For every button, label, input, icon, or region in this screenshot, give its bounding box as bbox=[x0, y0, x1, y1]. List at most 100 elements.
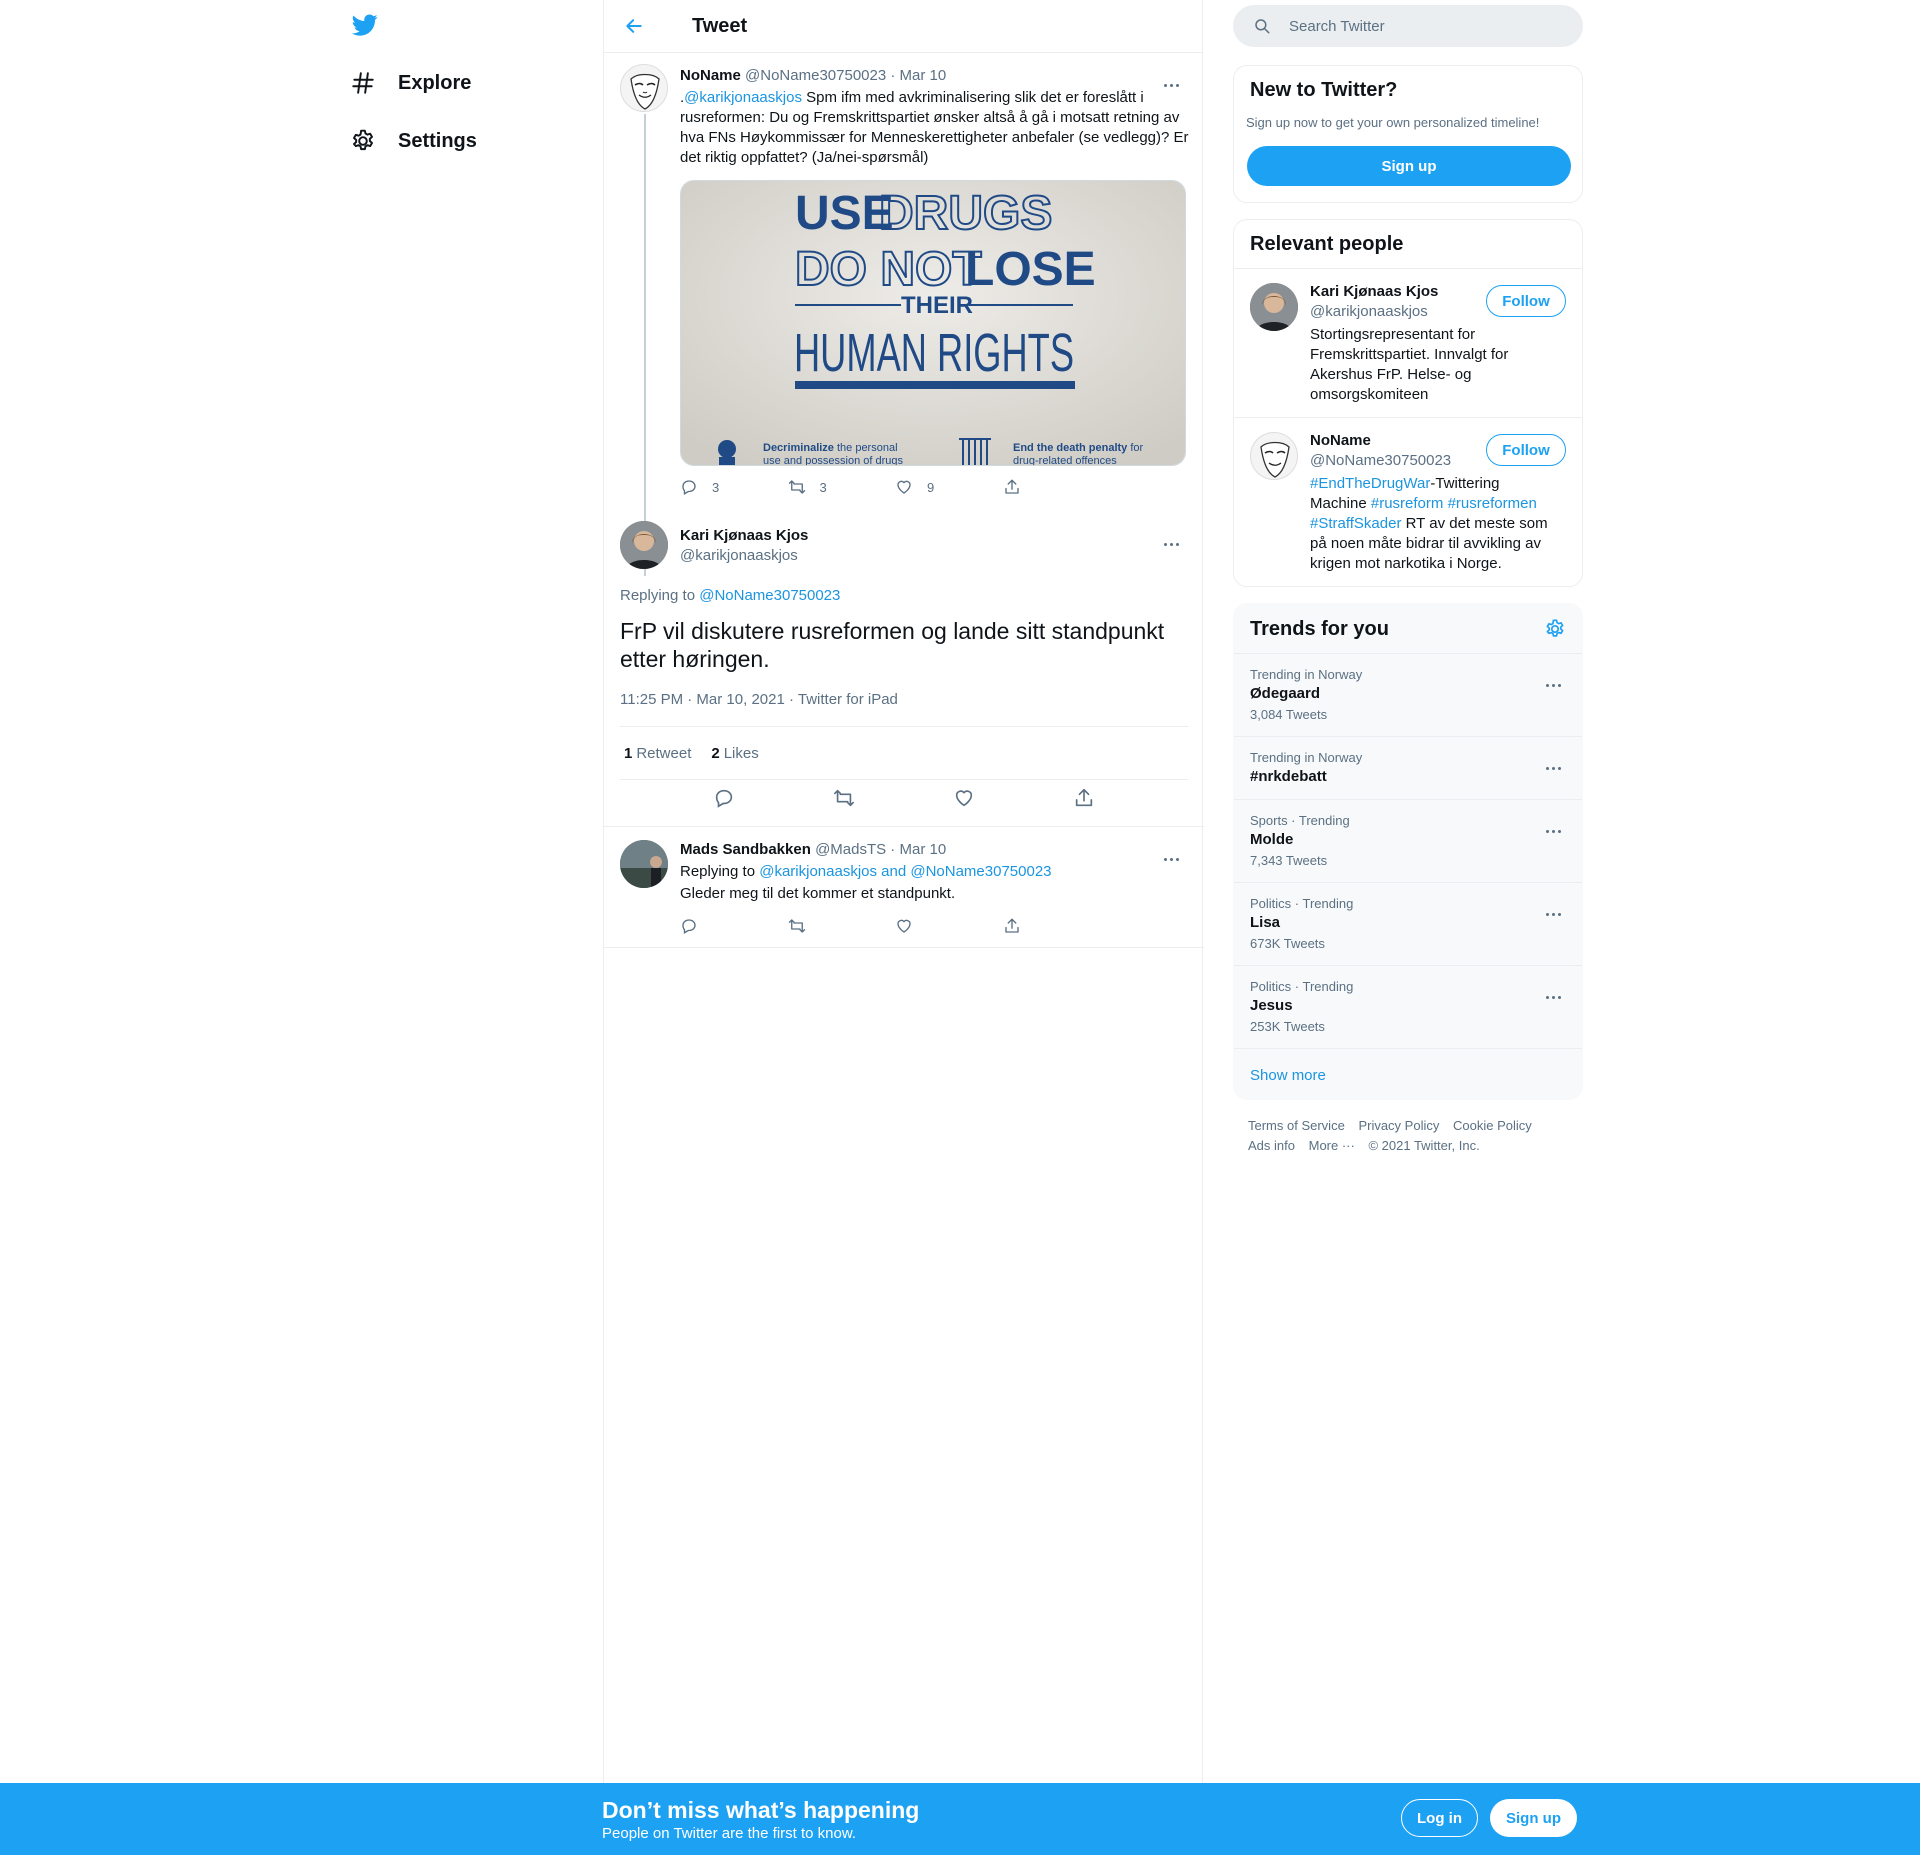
svg-text:End the death penalty for: End the death penalty for bbox=[1013, 442, 1144, 454]
hashtag-link[interactable]: #rusreform bbox=[1371, 495, 1444, 512]
tweet-column: Tweet NoName @NoName30750023 · Mar 10 .@… bbox=[603, 0, 1204, 1790]
terms-link[interactable]: Terms of Service bbox=[1248, 1118, 1345, 1133]
signup-button[interactable]: Sign up bbox=[1490, 1799, 1577, 1837]
author-name[interactable]: Kari Kjønaas Kjos bbox=[680, 527, 808, 544]
like-icon[interactable] bbox=[953, 787, 975, 809]
replying-to: Replying to @karikjonaaskjos and @NoName… bbox=[680, 862, 1190, 882]
trend-count: 253K Tweets bbox=[1250, 1019, 1325, 1034]
poster-do-not: DO NOT bbox=[795, 243, 982, 296]
gear-icon[interactable] bbox=[1544, 618, 1566, 640]
more-icon[interactable] bbox=[1164, 533, 1186, 546]
privacy-link[interactable]: Privacy Policy bbox=[1358, 1118, 1439, 1133]
author-handle[interactable]: @MadsTS bbox=[815, 841, 886, 858]
more-icon[interactable] bbox=[1546, 757, 1568, 770]
like-icon bbox=[897, 480, 911, 494]
author-handle[interactable]: @NoName30750023 bbox=[745, 67, 886, 84]
more-icon[interactable] bbox=[1546, 820, 1568, 833]
show-more-row[interactable]: Show more bbox=[1234, 1048, 1582, 1099]
card-title: Trends for you bbox=[1250, 618, 1389, 640]
reply-button[interactable] bbox=[680, 917, 788, 935]
share-button[interactable] bbox=[1003, 917, 1111, 935]
person-item[interactable]: NoName @NoName30750023 Follow #EndTheDru… bbox=[1234, 417, 1582, 586]
page-title: Tweet bbox=[692, 14, 748, 37]
author-handle[interactable]: @karikjonaaskjos bbox=[680, 547, 798, 564]
more-icon[interactable] bbox=[1164, 74, 1186, 87]
trend-count: 7,343 Tweets bbox=[1250, 853, 1328, 868]
follow-button[interactable]: Follow bbox=[1486, 434, 1566, 466]
avatar[interactable] bbox=[620, 64, 668, 112]
more-icon[interactable] bbox=[1546, 986, 1568, 999]
share-icon[interactable] bbox=[1073, 787, 1095, 809]
more-link[interactable]: More ··· bbox=[1309, 1138, 1355, 1153]
trend-item[interactable]: Politics · Trending Jesus 253K Tweets bbox=[1234, 965, 1582, 1048]
avatar[interactable] bbox=[620, 840, 668, 888]
mention-link[interactable]: @karikjonaaskjos bbox=[684, 89, 802, 106]
trend-name: #nrkdebatt bbox=[1250, 768, 1327, 785]
reply-tweet[interactable]: Mads Sandbakken @MadsTS · Mar 10 Replyin… bbox=[604, 828, 1204, 948]
search-bar[interactable] bbox=[1233, 5, 1583, 47]
person-avatar-icon bbox=[620, 840, 668, 888]
poster-lose: LOSE bbox=[965, 243, 1096, 296]
person-name[interactable]: Kari Kjønaas Kjos bbox=[1310, 283, 1438, 300]
tweet-meta[interactable]: 11:25 PM · Mar 10, 2021 · Twitter for iP… bbox=[620, 691, 898, 708]
person-avatar-icon bbox=[1250, 283, 1298, 331]
retweet-stat[interactable]: 1 Retweet bbox=[624, 745, 691, 762]
trend-context: Politics · Trending bbox=[1250, 896, 1354, 911]
person-name[interactable]: NoName bbox=[1310, 432, 1371, 449]
follow-button[interactable]: Follow bbox=[1486, 285, 1566, 317]
more-icon[interactable] bbox=[1164, 848, 1186, 861]
poster-their: THEIR bbox=[901, 292, 973, 319]
trend-item[interactable]: Trending in Norway Ødegaard 3,084 Tweets bbox=[1234, 653, 1582, 736]
search-input[interactable] bbox=[1289, 17, 1549, 35]
person-handle[interactable]: @NoName30750023 bbox=[1310, 452, 1451, 469]
parent-tweet[interactable]: NoName @NoName30750023 · Mar 10 .@karikj… bbox=[604, 54, 1204, 576]
reply-button[interactable]: 3 bbox=[680, 478, 788, 496]
like-button[interactable]: 9 bbox=[895, 478, 1003, 496]
hashtag-link[interactable]: #rusreformen bbox=[1448, 495, 1537, 512]
login-button[interactable]: Log in bbox=[1401, 1799, 1478, 1837]
nav-explore[interactable]: Explore bbox=[350, 63, 471, 103]
share-button[interactable] bbox=[1003, 478, 1111, 496]
avatar[interactable] bbox=[1250, 283, 1298, 331]
trend-item[interactable]: Sports · Trending Molde 7,343 Tweets bbox=[1234, 799, 1582, 882]
replying-to-link[interactable]: @karikjonaaskjos and @NoName30750023 bbox=[759, 863, 1051, 880]
person-item[interactable]: Kari Kjønaas Kjos @karikjonaaskjos Follo… bbox=[1234, 268, 1582, 417]
more-icon[interactable] bbox=[1546, 674, 1568, 687]
trend-item[interactable]: Trending in Norway #nrkdebatt bbox=[1234, 736, 1582, 799]
more-icon[interactable] bbox=[1546, 903, 1568, 916]
retweet-icon[interactable] bbox=[833, 787, 855, 809]
tweet-media-image[interactable]: USE DRUGS DO NOT LOSE THEIR HUMAN RIGHTS… bbox=[680, 180, 1186, 466]
avatar[interactable] bbox=[1250, 432, 1298, 480]
trend-count: 3,084 Tweets bbox=[1250, 707, 1328, 722]
signup-button[interactable]: Sign up bbox=[1247, 146, 1571, 186]
like-button[interactable] bbox=[895, 917, 1003, 935]
replying-to-link[interactable]: @NoName30750023 bbox=[699, 587, 840, 604]
twitter-bird-icon[interactable] bbox=[350, 12, 380, 38]
cookie-link[interactable]: Cookie Policy bbox=[1453, 1118, 1532, 1133]
person-handle[interactable]: @karikjonaaskjos bbox=[1310, 303, 1428, 320]
tweet-date[interactable]: Mar 10 bbox=[900, 67, 947, 84]
trend-name: Molde bbox=[1250, 831, 1294, 848]
ads-info-link[interactable]: Ads info bbox=[1248, 1138, 1295, 1153]
trend-item[interactable]: Politics · Trending Lisa 673K Tweets bbox=[1234, 882, 1582, 965]
reply-icon[interactable] bbox=[713, 787, 735, 809]
poster-foot-left: the personal bbox=[834, 442, 898, 454]
hashtag-link[interactable]: #EndTheDrugWar bbox=[1310, 475, 1430, 492]
search-icon bbox=[1255, 19, 1270, 34]
nav-settings[interactable]: Settings bbox=[350, 121, 477, 161]
tweet-date[interactable]: Mar 10 bbox=[899, 841, 946, 858]
retweet-button[interactable]: 3 bbox=[788, 478, 896, 496]
author-name[interactable]: NoName bbox=[680, 67, 741, 84]
back-arrow-icon[interactable] bbox=[624, 16, 644, 36]
avatar[interactable] bbox=[620, 521, 668, 569]
prompt-title: Don’t miss what’s happening bbox=[602, 1797, 920, 1823]
poster-foot-right-2: drug-related offences bbox=[1013, 455, 1117, 466]
retweet-button[interactable] bbox=[788, 917, 896, 935]
author-name[interactable]: Mads Sandbakken bbox=[680, 841, 811, 858]
tweet-header: Mads Sandbakken @MadsTS · Mar 10 bbox=[680, 841, 946, 858]
hashtag-link[interactable]: #StraffSkader bbox=[1310, 515, 1401, 532]
show-more-link[interactable]: Show more bbox=[1250, 1067, 1326, 1084]
thread-line bbox=[644, 114, 646, 576]
separator: · bbox=[886, 67, 900, 84]
like-stat[interactable]: 2 Likes bbox=[711, 745, 758, 762]
